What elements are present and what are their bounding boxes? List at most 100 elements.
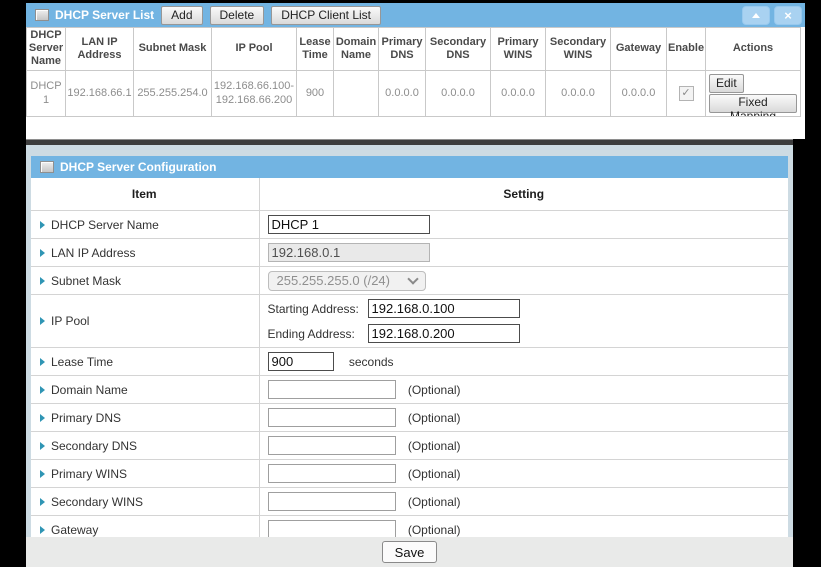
- col-primary-dns: Primary DNS: [379, 28, 426, 71]
- row-label: Gateway: [51, 523, 98, 537]
- ending-address-label: Ending Address:: [268, 327, 368, 341]
- save-button[interactable]: Save: [382, 541, 438, 563]
- ip-pool-end-line: Ending Address:: [268, 321, 788, 346]
- col-secondary-dns: Secondary DNS: [426, 28, 491, 71]
- cell-server-name: DHCP 1: [27, 70, 66, 116]
- lan-ip-address-input[interactable]: [268, 243, 430, 262]
- table-header-row: DHCP Server Name LAN IP Address Subnet M…: [27, 28, 801, 71]
- edit-button[interactable]: Edit: [709, 74, 744, 93]
- row-lan-ip-address: LAN IP Address: [31, 239, 788, 267]
- cell-lease-time: 900: [297, 70, 334, 116]
- row-secondary-dns: Secondary DNS (Optional): [31, 432, 788, 460]
- bullet-icon: [40, 526, 45, 534]
- col-ip-pool: IP Pool: [212, 28, 297, 71]
- starting-address-label: Starting Address:: [268, 302, 368, 316]
- col-dhcp-server-name: DHCP Server Name: [27, 28, 66, 71]
- close-button[interactable]: ×: [774, 6, 802, 25]
- optional-hint: (Optional): [408, 383, 461, 397]
- collapse-button[interactable]: [742, 6, 770, 25]
- optional-hint: (Optional): [408, 523, 461, 537]
- bullet-icon: [40, 317, 45, 325]
- col-enable: Enable: [667, 28, 706, 71]
- optional-hint: (Optional): [408, 495, 461, 509]
- row-label: Secondary DNS: [51, 439, 137, 453]
- bullet-icon: [40, 386, 45, 394]
- dhcp-config-outer-panel: DHCP Server Configuration Item Setting D…: [26, 145, 793, 567]
- row-label: Primary DNS: [51, 411, 121, 425]
- add-button[interactable]: Add: [161, 6, 202, 25]
- col-subnet-mask: Subnet Mask: [134, 28, 212, 71]
- bullet-icon: [40, 221, 45, 229]
- cell-primary-dns: 0.0.0.0: [379, 70, 426, 116]
- primary-wins-input[interactable]: [268, 464, 396, 483]
- col-domain-name: Domain Name: [334, 28, 379, 71]
- lease-time-unit: seconds: [349, 355, 394, 369]
- cell-gateway: 0.0.0.0: [611, 70, 667, 116]
- dhcp-config-table: Item Setting DHCP Server Name LAN IP Add…: [31, 178, 788, 567]
- delete-button[interactable]: Delete: [210, 6, 265, 25]
- row-label: Subnet Mask: [51, 274, 121, 288]
- collapse-icon: [752, 13, 760, 18]
- col-lease-time: Lease Time: [297, 28, 334, 71]
- row-label: LAN IP Address: [51, 246, 136, 260]
- dhcp-server-list-panel: DHCP Server List Add Delete DHCP Client …: [26, 3, 805, 139]
- domain-name-input[interactable]: [268, 380, 396, 399]
- primary-dns-input[interactable]: [268, 408, 396, 427]
- cell-actions: Edit Fixed Mapping: [706, 70, 801, 116]
- table-row: DHCP 1 192.168.66.1 255.255.254.0 192.16…: [27, 70, 801, 116]
- row-domain-name: Domain Name (Optional): [31, 376, 788, 404]
- cell-ip-pool: 192.168.66.100- 192.168.66.200: [212, 70, 297, 116]
- bullet-icon: [40, 414, 45, 422]
- window-icon: [35, 9, 49, 21]
- secondary-wins-input[interactable]: [268, 492, 396, 511]
- dhcp-server-name-input[interactable]: [268, 215, 430, 234]
- subnet-mask-selected-value: 255.255.255.0 (/24): [277, 273, 390, 288]
- row-subnet-mask: Subnet Mask 255.255.255.0 (/24): [31, 267, 788, 295]
- cell-primary-wins: 0.0.0.0: [491, 70, 546, 116]
- cell-secondary-dns: 0.0.0.0: [426, 70, 491, 116]
- config-header-row: Item Setting: [31, 178, 788, 211]
- window-icon: [40, 161, 54, 173]
- col-actions: Actions: [706, 28, 801, 71]
- row-label: Secondary WINS: [51, 495, 143, 509]
- row-primary-dns: Primary DNS (Optional): [31, 404, 788, 432]
- starting-address-input[interactable]: [368, 299, 520, 318]
- lease-time-input[interactable]: [268, 352, 334, 371]
- form-footer: Save: [26, 537, 793, 567]
- screen: DHCP Server List Add Delete DHCP Client …: [0, 0, 821, 567]
- ip-pool-start-line: Starting Address:: [268, 296, 788, 321]
- bullet-icon: [40, 277, 45, 285]
- setting-header: Setting: [259, 178, 788, 211]
- dhcp-server-table: DHCP Server Name LAN IP Address Subnet M…: [26, 27, 801, 117]
- bullet-icon: [40, 249, 45, 257]
- ip-pool-start: 192.168.66.100-: [214, 80, 294, 92]
- bullet-icon: [40, 470, 45, 478]
- dhcp-config-titlebar: DHCP Server Configuration: [31, 156, 788, 178]
- fixed-mapping-button[interactable]: Fixed Mapping: [709, 94, 797, 113]
- row-primary-wins: Primary WINS (Optional): [31, 460, 788, 488]
- cell-enable: ✓: [667, 70, 706, 116]
- enable-checkbox-disabled[interactable]: ✓: [679, 86, 694, 101]
- dhcp-server-list-titlebar: DHCP Server List Add Delete DHCP Client …: [26, 3, 805, 27]
- row-label: Domain Name: [51, 383, 128, 397]
- row-dhcp-server-name: DHCP Server Name: [31, 211, 788, 239]
- bullet-icon: [40, 358, 45, 366]
- row-label: Primary WINS: [51, 467, 127, 481]
- chevron-down-icon: [407, 273, 418, 284]
- dhcp-server-configuration-panel: DHCP Server Configuration Item Setting D…: [31, 156, 788, 567]
- subnet-mask-select[interactable]: 255.255.255.0 (/24): [268, 271, 426, 291]
- col-lan-ip-address: LAN IP Address: [66, 28, 134, 71]
- cell-subnet-mask: 255.255.254.0: [134, 70, 212, 116]
- row-lease-time: Lease Time seconds: [31, 348, 788, 376]
- dhcp-client-list-button[interactable]: DHCP Client List: [271, 6, 381, 25]
- cell-lan-ip: 192.168.66.1: [66, 70, 134, 116]
- row-label: Lease Time: [51, 355, 113, 369]
- col-secondary-wins: Secondary WINS: [546, 28, 611, 71]
- row-secondary-wins: Secondary WINS (Optional): [31, 488, 788, 516]
- dhcp-server-list-title: DHCP Server List: [55, 8, 154, 22]
- row-label: DHCP Server Name: [51, 218, 159, 232]
- optional-hint: (Optional): [408, 439, 461, 453]
- secondary-dns-input[interactable]: [268, 436, 396, 455]
- ending-address-input[interactable]: [368, 324, 520, 343]
- row-ip-pool: IP Pool Starting Address: Ending Address…: [31, 295, 788, 348]
